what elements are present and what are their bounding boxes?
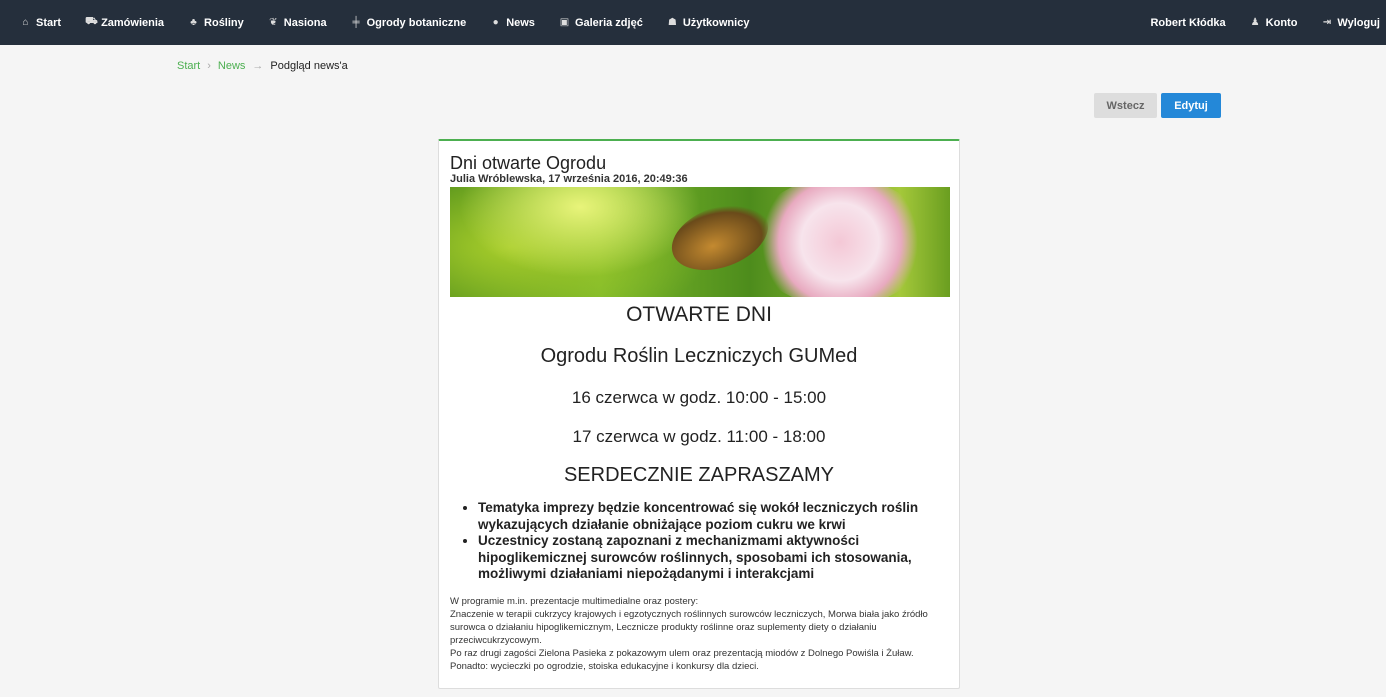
breadcrumb-news[interactable]: News <box>218 60 246 72</box>
user-name-label: Robert Kłódka <box>1150 16 1226 29</box>
body-line: Znaczenie w terapii cukrzycy krajowych i… <box>450 608 928 646</box>
nav-seeds[interactable]: ❦ Nasiona <box>256 17 339 29</box>
list-item: Uczestnicy zostaną zapoznani z mechanizm… <box>478 533 948 583</box>
nav-gardens[interactable]: ╪ Ogrody botaniczne <box>339 17 479 29</box>
flower-shape <box>750 187 930 297</box>
news-banner-image <box>450 187 950 297</box>
list-item: Tematyka imprezy będzie koncentrować się… <box>478 500 948 533</box>
top-navbar: ⌂ Start ⛟ Zamówienia ♣ Rośliny ❦ Nasiona ╪ Og… <box>0 0 1386 45</box>
news-body: W programie m.in. prezentacje multimedia… <box>450 595 948 673</box>
nav-label: Zamówienia <box>101 16 165 29</box>
nav-label: Wyloguj <box>1337 16 1380 29</box>
news-heading: OTWARTE DNI <box>626 303 772 326</box>
news-heading: 16 czerwca w godz. 10:00 - 15:00 <box>571 388 827 407</box>
nav-label: News <box>506 16 535 29</box>
news-meta: Julia Wróblewska, 17 września 2016, 20:4… <box>450 173 688 185</box>
signpost-icon: ╪ <box>352 17 360 28</box>
body-line: W programie m.in. prezentacje multimedia… <box>450 595 699 607</box>
news-heading: SERDECZNIE ZAPRASZAMY <box>563 464 835 486</box>
nav-label: Rośliny <box>204 16 244 29</box>
breadcrumb-start[interactable]: Start <box>177 60 200 72</box>
news-heading: 17 czerwca w godz. 11:00 - 18:00 <box>572 427 826 446</box>
picture-icon: ▣ <box>559 17 570 28</box>
nav-logout[interactable]: ⇥ Wyloguj <box>1309 17 1386 29</box>
leaf-icon: ❦ <box>269 17 278 28</box>
news-card: Dni otwarte Ogrodu Julia Wróblewska, 17 … <box>438 139 960 689</box>
nav-users[interactable]: ☗ Użytkownicy <box>655 17 762 29</box>
nav-label: Użytkownicy <box>682 16 750 29</box>
nav-news[interactable]: ● News <box>478 17 547 29</box>
users-icon: ☗ <box>667 17 677 28</box>
breadcrumb: Start › News → Podgląd news'a <box>177 60 348 72</box>
tree-icon: ♣ <box>190 17 197 28</box>
nav-label: Konto <box>1265 16 1298 29</box>
logout-icon: ⇥ <box>1322 17 1332 28</box>
chevron-right-icon: › <box>207 60 211 72</box>
nav-orders[interactable]: ⛟ Zamówienia <box>73 16 176 29</box>
nav-plants[interactable]: ♣ Rośliny <box>176 17 256 29</box>
news-heading: Ogrodu Roślin Leczniczych GUMed <box>540 345 858 367</box>
breadcrumb-current: Podgląd news'a <box>270 60 348 72</box>
user-icon: ♟ <box>1250 17 1260 28</box>
nav-account[interactable]: ♟ Konto <box>1238 17 1310 29</box>
nav-gallery[interactable]: ▣ Galeria zdjęć <box>547 17 655 29</box>
news-title: Dni otwarte Ogrodu <box>450 153 607 173</box>
nav-label: Ogrody botaniczne <box>366 16 467 29</box>
body-line: Ponadto: wycieczki po ogrodzie, stoiska … <box>450 660 759 672</box>
news-bullets: Tematyka imprezy będzie koncentrować się… <box>478 500 948 583</box>
nav-start[interactable]: ⌂ Start <box>0 17 73 29</box>
nav-label: Galeria zdjęć <box>574 16 643 29</box>
cart-icon: ⛟ <box>85 16 98 27</box>
edit-button[interactable]: Edytuj <box>1161 93 1221 118</box>
body-line: Po raz drugi zagości Zielona Pasieka z p… <box>450 647 914 659</box>
user-name[interactable]: Robert Kłódka <box>1138 17 1237 29</box>
globe-icon: ● <box>492 17 499 28</box>
nav-label: Start <box>36 16 62 29</box>
home-icon: ⌂ <box>22 17 29 28</box>
arrow-right-icon: → <box>252 60 264 72</box>
nav-label: Nasiona <box>283 16 327 29</box>
back-button[interactable]: Wstecz <box>1094 93 1157 118</box>
